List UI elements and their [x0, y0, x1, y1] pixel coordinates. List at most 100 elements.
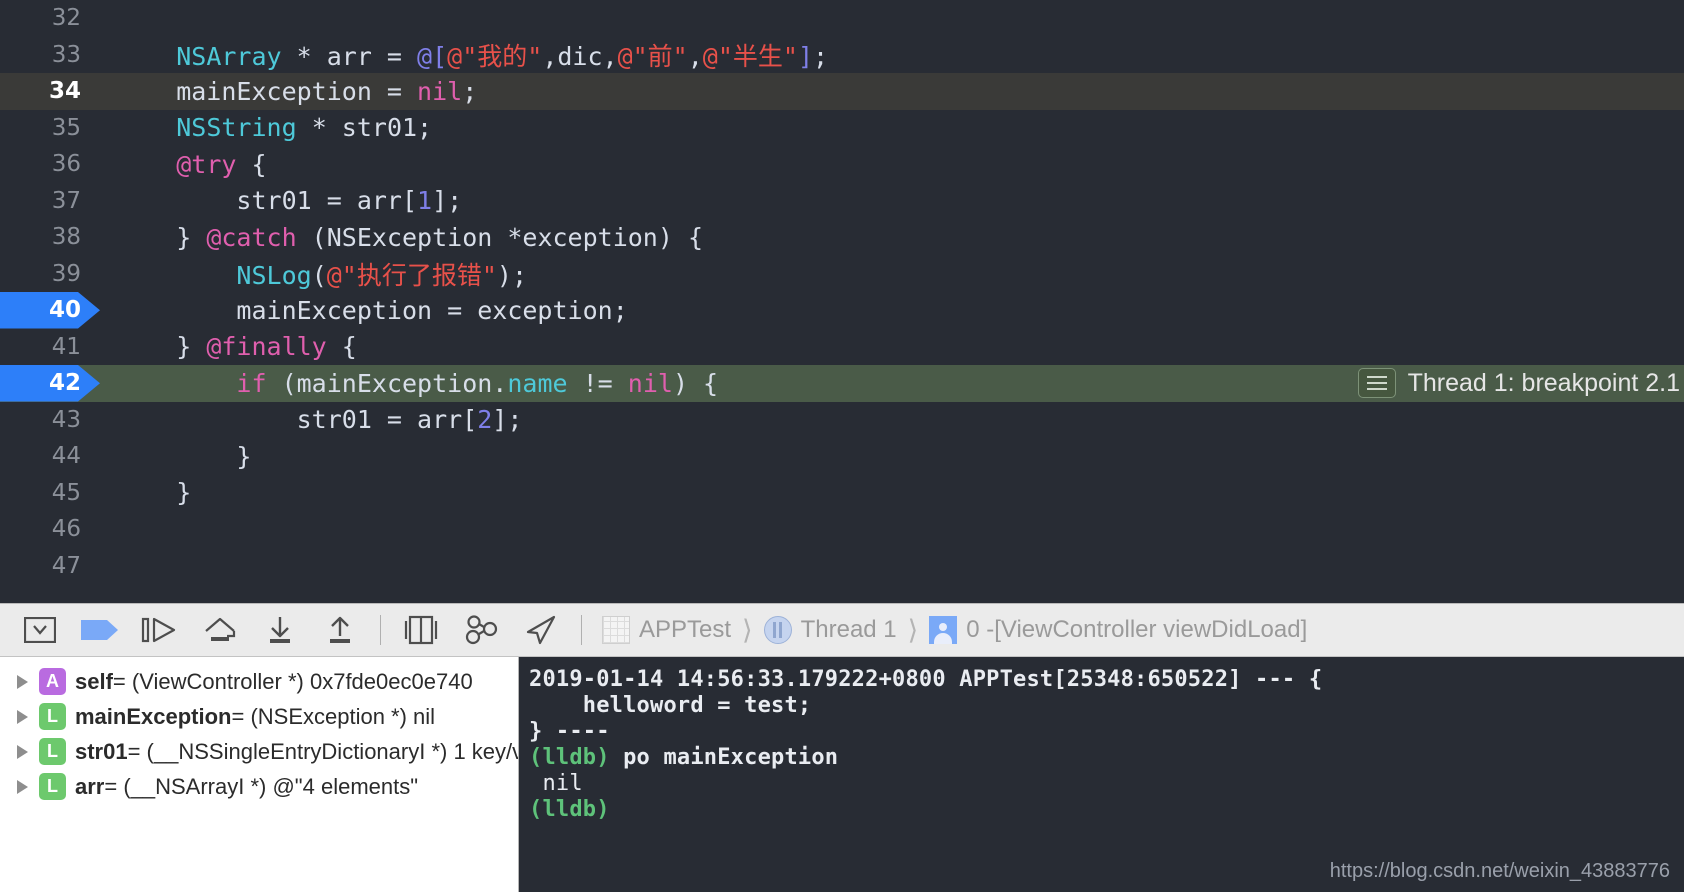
disclosure-triangle-icon[interactable]	[10, 709, 34, 724]
deactivate-breakpoints-icon[interactable]	[70, 608, 130, 652]
disclosure-triangle-icon[interactable]	[10, 744, 34, 759]
toolbar-divider	[380, 615, 381, 645]
line-number-42[interactable]: 42	[0, 365, 100, 402]
breadcrumb-item-frame[interactable]: 0 -[ViewController viewDidLoad]	[929, 616, 1307, 644]
token: (NSException *exception) {	[296, 222, 704, 252]
line-number-35[interactable]: 35	[0, 110, 100, 147]
disclosure-triangle-icon[interactable]	[10, 674, 34, 689]
variable-name: self	[75, 668, 113, 694]
token: @catch	[206, 222, 297, 252]
step-out-icon[interactable]	[310, 608, 370, 652]
line-number-34[interactable]: 34	[0, 73, 100, 110]
line-number-37[interactable]: 37	[0, 183, 100, 220]
code-line-43[interactable]: 43 str01 = arr[2];	[0, 402, 1684, 439]
code-text[interactable]: mainException = nil;	[100, 77, 477, 106]
token: 2	[477, 405, 493, 435]
code-line-40[interactable]: 40 mainException = exception;	[0, 292, 1684, 329]
code-line-34[interactable]: 34 mainException = nil;	[0, 73, 1684, 110]
simulate-location-icon[interactable]	[511, 608, 571, 652]
code-text[interactable]: mainException = exception;	[100, 296, 627, 325]
token: NSArray	[176, 41, 282, 71]
breakpoint-annotation-label: Thread 1: breakpoint 2.1	[1407, 368, 1680, 397]
code-text[interactable]: } @finally {	[100, 332, 357, 361]
code-text[interactable]: @try {	[100, 149, 267, 179]
code-text[interactable]: NSLog(@"执行了报错");	[100, 256, 527, 292]
token: ;	[462, 76, 478, 106]
breadcrumb-frame-label: 0 -[ViewController viewDidLoad]	[966, 616, 1308, 643]
source-editor[interactable]: 32 33 NSArray * arr = @[@"我的",dic,@"前",@"…	[0, 0, 1684, 603]
code-text[interactable]: }	[100, 442, 251, 471]
code-line-37[interactable]: 37 str01 = arr[1];	[0, 183, 1684, 220]
code-line-47[interactable]: 47	[0, 548, 1684, 585]
code-line-42[interactable]: 42 if (mainException.name != nil) { Threa…	[0, 365, 1684, 402]
code-text[interactable]: if (mainException.name != nil) {	[100, 369, 718, 398]
console-output[interactable]: 2019-01-14 14:56:33.179222+0800 APPTest[…	[519, 657, 1684, 892]
hide-debug-area-icon[interactable]	[10, 608, 70, 652]
code-line-46[interactable]: 46	[0, 511, 1684, 548]
token: {	[236, 149, 267, 179]
line-number-47[interactable]: 47	[0, 548, 100, 585]
code-line-38[interactable]: 38 } @catch (NSException *exception) {	[0, 219, 1684, 256]
token: name	[507, 368, 568, 398]
variable-row[interactable]: LmainException = (NSException *) nil	[0, 699, 518, 734]
code-text[interactable]: str01 = arr[1];	[100, 186, 462, 215]
line-number-38[interactable]: 38	[0, 219, 100, 256]
project-icon	[602, 616, 630, 644]
variable-scope-badge: L	[39, 773, 66, 800]
code-text[interactable]: str01 = arr[2];	[100, 405, 523, 435]
code-line-45[interactable]: 45 }	[0, 475, 1684, 512]
step-over-icon[interactable]	[190, 608, 250, 652]
line-number-39[interactable]: 39	[0, 256, 100, 293]
code-text[interactable]: }	[100, 478, 191, 507]
debug-memory-graph-icon[interactable]	[451, 608, 511, 652]
continue-program-icon[interactable]	[130, 608, 190, 652]
token: }	[116, 441, 252, 471]
breakpoint-annotation[interactable]: Thread 1: breakpoint 2.1	[1357, 365, 1684, 402]
code-text[interactable]: NSString * str01;	[100, 113, 432, 142]
line-number-33[interactable]: 33	[0, 37, 100, 74]
token: {	[326, 332, 357, 362]
code-line-32[interactable]: 32	[0, 0, 1684, 37]
token: ,dic,	[542, 41, 618, 71]
xcode-debug-window: 32 33 NSArray * arr = @[@"我的",dic,@"前",@"…	[0, 0, 1684, 892]
variable-row[interactable]: Larr = (__NSArrayI *) @"4 elements"	[0, 769, 518, 804]
breadcrumb-item-project[interactable]: APPTest	[602, 616, 731, 644]
variable-name: arr	[75, 773, 105, 799]
token: @try	[176, 149, 237, 179]
code-text[interactable]: } @catch (NSException *exception) {	[100, 223, 703, 252]
variable-row[interactable]: Aself = (ViewController *) 0x7fde0ec0e74…	[0, 664, 518, 699]
line-number-44[interactable]: 44	[0, 438, 100, 475]
variables-view[interactable]: Aself = (ViewController *) 0x7fde0ec0e74…	[0, 657, 519, 892]
code-line-35[interactable]: 35 NSString * str01;	[0, 110, 1684, 147]
variable-value: = (__NSSingleEntryDictionaryI *) 1 key/v…	[127, 738, 519, 764]
line-number-45[interactable]: 45	[0, 475, 100, 512]
disclosure-triangle-icon[interactable]	[10, 779, 34, 794]
line-number-46[interactable]: 46	[0, 511, 100, 548]
variable-row[interactable]: Lstr01 = (__NSSingleEntryDictionaryI *) …	[0, 734, 518, 769]
code-line-36[interactable]: 36 @try {	[0, 146, 1684, 183]
debug-view-hierarchy-icon[interactable]	[391, 608, 451, 652]
step-into-icon[interactable]	[250, 608, 310, 652]
line-number-40[interactable]: 40	[0, 292, 100, 329]
token: );	[496, 260, 528, 290]
code-line-44[interactable]: 44 }	[0, 438, 1684, 475]
token: @finally	[206, 332, 327, 362]
line-number-43[interactable]: 43	[0, 402, 100, 439]
console-line: } ----	[529, 719, 1684, 745]
console-line: (lldb) po mainException	[529, 745, 1684, 771]
token: ];	[492, 405, 523, 435]
code-line-39[interactable]: 39 NSLog(@"执行了报错");	[0, 256, 1684, 293]
annotation-menu-icon[interactable]	[1357, 368, 1396, 399]
code-text[interactable]: NSArray * arr = @[@"我的",dic,@"前",@"半生"];	[100, 37, 828, 73]
token: }	[116, 222, 207, 252]
line-number-32[interactable]: 32	[0, 0, 100, 37]
breadcrumb-item-thread[interactable]: Thread 1	[763, 616, 897, 644]
line-number-41[interactable]: 41	[0, 329, 100, 366]
code-line-33[interactable]: 33 NSArray * arr = @[@"我的",dic,@"前",@"半生…	[0, 37, 1684, 74]
code-line-41[interactable]: 41 } @finally {	[0, 329, 1684, 366]
line-number-36[interactable]: 36	[0, 146, 100, 183]
variable-name: mainException	[75, 703, 232, 729]
token: @"半生"	[702, 41, 798, 71]
token: mainException =	[116, 76, 418, 106]
